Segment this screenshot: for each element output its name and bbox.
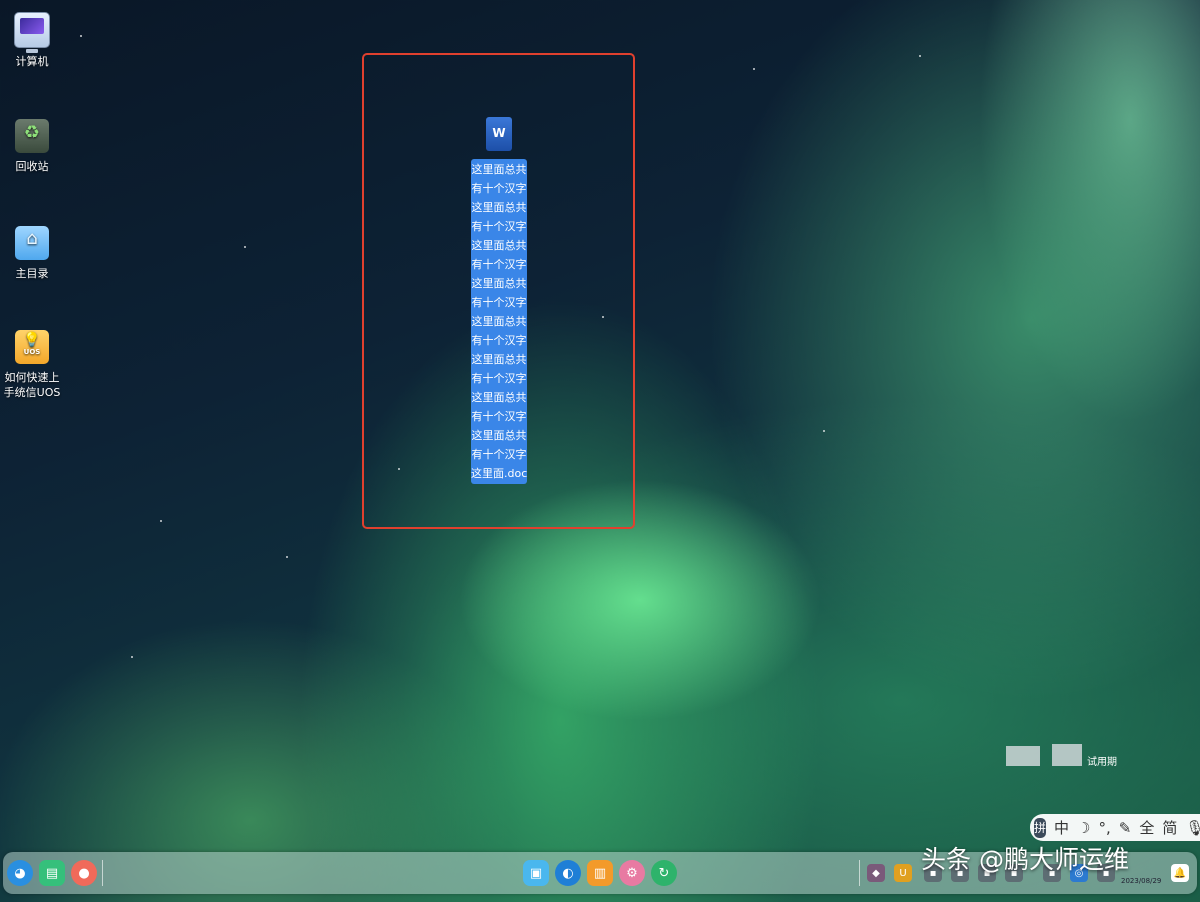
desktop-icon-computer[interactable]: 计算机: [0, 12, 64, 69]
app-store-icon[interactable]: ▣: [523, 860, 549, 886]
file-name-line: 有十个汉字: [471, 334, 527, 347]
chinese-mode-toggle[interactable]: 中: [1054, 817, 1069, 838]
file-name-line: 这里面总共: [471, 239, 527, 252]
file-name-line: 这里面总共: [471, 201, 527, 214]
notification-bell-icon[interactable]: 🔔: [1171, 864, 1189, 882]
desktop-icon-guide[interactable]: UOS 如何快速上 手统信UOS: [0, 330, 64, 400]
file-name-line: 有十个汉字: [471, 296, 527, 309]
desktop-icon-trash[interactable]: 回收站: [0, 119, 64, 174]
file-name-line: 这里面总共: [471, 163, 527, 176]
tray-shield-icon[interactable]: U: [894, 864, 912, 882]
desktop-icon-label-line2: 手统信UOS: [3, 386, 61, 399]
input-method-toolbar[interactable]: 拼 中 ☽ °, ✎ 全 简 🎙: [1030, 814, 1200, 841]
desktop-icon-label: 计算机: [15, 55, 49, 68]
simplified-toggle[interactable]: 简: [1162, 817, 1177, 838]
settings-icon[interactable]: ⚙: [619, 860, 645, 886]
pinyin-icon[interactable]: 拼: [1034, 817, 1047, 838]
file-name-line: 有十个汉字: [471, 410, 527, 423]
file-name-line: 有十个汉字: [471, 258, 527, 271]
file-name-line: 有十个汉字: [471, 372, 527, 385]
uos-badge: UOS: [23, 348, 41, 356]
guide-icon: UOS: [15, 330, 49, 364]
desktop-icon-home[interactable]: 主目录: [0, 226, 64, 281]
full-width-toggle[interactable]: 全: [1139, 817, 1154, 838]
moon-icon[interactable]: ☽: [1077, 819, 1090, 837]
file-name-line: 这里面总共: [471, 277, 527, 290]
pen-icon[interactable]: ✎: [1119, 819, 1132, 837]
file-name-line: 这里面总共: [471, 429, 527, 442]
file-manager-icon[interactable]: ▥: [587, 860, 613, 886]
file-name-line: 这里面总共: [471, 391, 527, 404]
file-name-label[interactable]: 这里面总共 有十个汉字 这里面总共 有十个汉字 这里面总共 有十个汉字 这里面总…: [471, 159, 527, 484]
trash-icon: [15, 119, 49, 153]
word-document-icon[interactable]: W: [486, 117, 512, 151]
watermark-text: 头条 @鹏大师运维: [921, 845, 1129, 874]
file-name-line: 有十个汉字: [471, 448, 527, 461]
computer-icon: [14, 12, 50, 53]
browser-icon[interactable]: ◐: [555, 860, 581, 886]
desktop-icon-label-line1: 如何快速上: [4, 371, 60, 384]
file-name-line: 这里面总共: [471, 353, 527, 366]
desktop-icon-label: 回收站: [15, 160, 49, 173]
microphone-icon[interactable]: 🎙: [1185, 819, 1200, 837]
file-name-line: 这里面总共: [471, 315, 527, 328]
multitask-icon[interactable]: ▤: [39, 860, 65, 886]
home-folder-icon: [15, 226, 49, 260]
trial-text: 试用期: [1087, 757, 1117, 768]
punctuation-toggle[interactable]: °,: [1098, 819, 1110, 837]
word-glyph: W: [492, 126, 506, 140]
clock-date[interactable]: 2023/08/29: [1121, 877, 1161, 885]
file-name-line: 有十个汉字: [471, 182, 527, 195]
launcher-icon[interactable]: ◕: [7, 860, 33, 886]
update-icon[interactable]: ↻: [651, 860, 677, 886]
file-name-line: 有十个汉字: [471, 220, 527, 233]
file-name-line: 这里面.doc: [471, 467, 528, 480]
tray-app-icon[interactable]: ◆: [867, 864, 885, 882]
desktop-icon-label: 主目录: [15, 267, 49, 280]
screen-record-icon[interactable]: ●: [71, 860, 97, 886]
